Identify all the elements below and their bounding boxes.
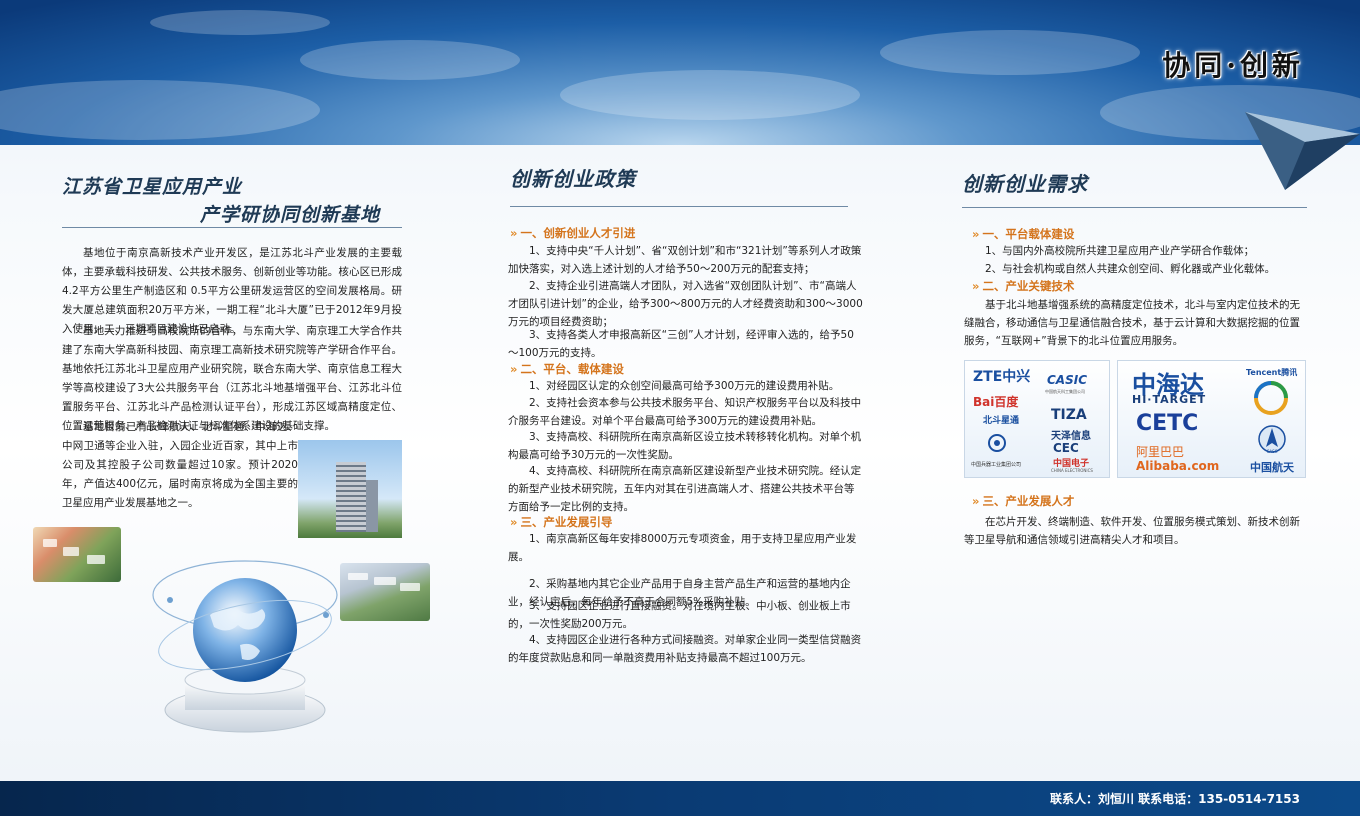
demand-title-divider	[962, 207, 1307, 208]
footer-bar: 联系人：刘恒川 联系电话：135-0514-7153	[0, 781, 1360, 816]
campus-photo-2	[340, 563, 430, 621]
cec-subtitle: CHINA ELECTRONICS	[1051, 468, 1093, 473]
demand-item: 2、与社会机构或自然人共建众创空间、孵化器或产业化载体。	[985, 263, 1276, 275]
slogan: 协同·创新	[1162, 49, 1304, 82]
left-title-line2: 产学研协同创新基地	[200, 204, 381, 226]
cec-logo: CEC	[1053, 441, 1079, 455]
policy-title: 创新创业政策	[510, 167, 636, 191]
policy-title-divider	[510, 206, 848, 207]
policy-section-3-heading: » 三、产业发展引导	[510, 515, 613, 529]
globe-illustration	[150, 520, 340, 740]
tencent-logo: Tencent腾讯	[1246, 368, 1298, 377]
top-banner: 协同·创新	[0, 0, 1360, 145]
demand-item: 1、与国内外高校院所共建卫星应用产业产学研合作载体；	[985, 245, 1255, 257]
footer-contact: 联系人：刘恒川 联系电话：135-0514-7153	[1050, 792, 1300, 806]
beidou-logo: 北斗星通	[983, 416, 1020, 426]
demand-section-2-heading: » 二、产业关键技术	[972, 279, 1075, 293]
pyramid-decoration	[1245, 112, 1360, 190]
demand-item: 在芯片开发、终端制造、软件开发、位置服务模式策划、新技术创新等卫星导航和通信领域…	[964, 516, 1300, 546]
policy-item: 2、支持企业引进高端人才团队，对入选省“双创团队计划”、市“高端人才团队引进计划…	[508, 280, 863, 328]
casc-mark-text: CASC	[1267, 449, 1278, 454]
left-title-line1: 江苏省卫星应用产业	[62, 176, 243, 198]
policy-section-2-heading: » 二、平台、载体建设	[510, 362, 624, 376]
casic-logo: CASIC	[1047, 373, 1088, 387]
left-title-divider	[62, 227, 402, 228]
zte-logo: ZTE中兴	[973, 369, 1031, 385]
policy-item: 3、支持各类人才申报高新区“三创”人才计划，经评审入选的，给予50～100万元的…	[508, 329, 854, 359]
policy-item: 2、支持社会资本参与公共技术服务平台、知识产权服务平台以及科技中介服务平台建设。…	[508, 397, 862, 427]
demand-section-3-heading: » 三、产业发展人才	[972, 494, 1075, 508]
policy-item: 1、对经园区认定的众创空间最高可给予300万元的建设费用补贴。	[529, 380, 840, 392]
policy-section-1-heading: » 一、创新创业人才引进	[510, 226, 636, 240]
tencent-ring-icon	[1254, 381, 1288, 415]
baidu-logo: Bai百度	[973, 395, 1019, 409]
tiza-logo: TIZA	[1051, 407, 1087, 423]
policy-item: 4、支持园区企业进行各种方式间接融资。对单家企业同一类型信贷融资的年度贷款贴息和…	[508, 634, 862, 664]
left-paragraph-3: 基地目前已有长峰航天、北斗星通、中海达、中网卫通等企业入驻，入园企业近百家，其中…	[62, 421, 298, 509]
norinco-label: 中国兵器工业集团公司	[971, 462, 1022, 468]
policy-item: 4、支持高校、科研院所在南京高新区建设新型产业技术研究院。经认定的新型产业技术研…	[508, 465, 862, 513]
tiza-cn-label: 天泽信息	[1051, 431, 1091, 442]
policy-item: 3、支持园区企业进行直接融资。对在境内主板、中小板、创业板上市的，一次性奖励20…	[508, 600, 851, 630]
alibaba-logo: Alibaba.com	[1136, 459, 1220, 473]
casc-logo: 中国航天	[1250, 461, 1294, 474]
hitarget-en-label: HI·TARGET	[1132, 393, 1207, 406]
partner-logos-box-2: 中海达 HI·TARGET Tencent腾讯 CETC 阿里巴巴 Alibab…	[1117, 360, 1306, 478]
policy-item: 3、支持高校、科研院所在南京高新区设立技术转移转化机构。对单个机构最高可给予30…	[508, 431, 862, 461]
casc-emblem-icon: CASC	[1258, 425, 1286, 454]
partner-logos-box-1: ZTE中兴 CASIC 中国航天科工集团公司 Bai百度 北斗星通 TIZA 天…	[964, 360, 1110, 478]
policy-item: 1、支持中央“千人计划”、省“双创计划”和市“321计划”等系列人才政策加快落实…	[508, 245, 862, 275]
norinco-emblem-icon	[988, 434, 1006, 452]
campus-photo-1	[33, 527, 121, 582]
cetc-logo: CETC	[1136, 411, 1199, 436]
casic-subtitle: 中国航天科工集团公司	[1045, 389, 1085, 394]
alibaba-cn-label: 阿里巴巴	[1136, 445, 1185, 459]
demand-item: 基于北斗地基增强系统的高精度定位技术，北斗与室内定位技术的无缝融合，移动通信与卫…	[964, 299, 1300, 347]
demand-title: 创新创业需求	[962, 172, 1088, 196]
policy-item: 1、南京高新区每年安排8000万元专项资金，用于支持卫星应用产业发展。	[508, 533, 857, 563]
demand-section-1-heading: » 一、平台载体建设	[972, 227, 1075, 241]
